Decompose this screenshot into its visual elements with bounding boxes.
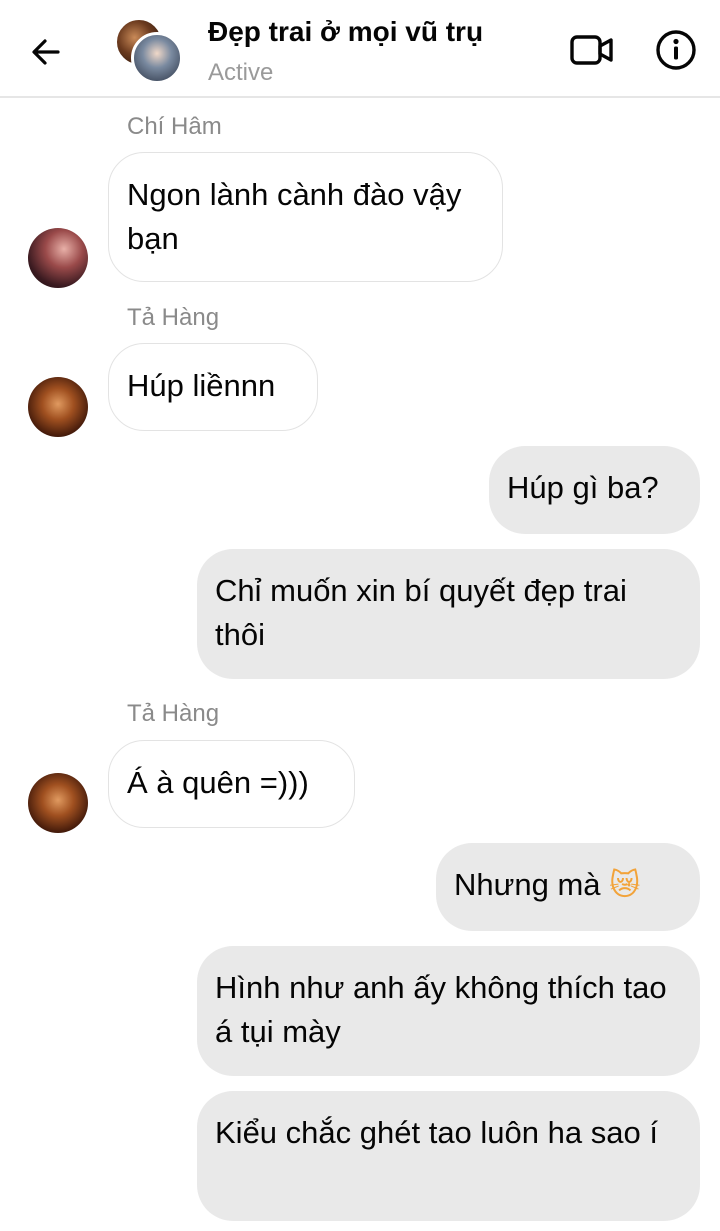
message-bubble-outgoing[interactable]: Hình như anh ấy không thích tao á tụi mà… [197,946,700,1076]
info-icon [656,30,696,70]
avatar[interactable] [28,228,88,288]
conversation-title[interactable]: Đẹp trai ở mọi vũ trụ [208,16,483,48]
message-bubble-outgoing[interactable]: Húp gì ba? [489,446,700,534]
video-call-button[interactable] [566,28,618,72]
message-bubble-outgoing[interactable]: Kiểu chắc ghét tao luôn ha sao í [197,1091,700,1221]
avatar[interactable] [28,773,88,833]
message-bubble-outgoing[interactable]: Chỉ muốn xin bí quyết đẹp trai thôi [197,549,700,679]
active-status: Active [208,59,274,86]
group-avatar[interactable] [115,18,183,84]
sender-name: Chí Hâm [127,113,222,140]
arrow-left-icon [32,39,60,65]
back-button[interactable] [22,28,70,76]
group-avatar-member-2 [131,32,183,84]
avatar[interactable] [28,377,88,437]
message-bubble-outgoing[interactable]: Nhưng mà 😿 [436,843,700,931]
message-bubble-incoming[interactable]: Ngon lành cành đào vậy bạn [108,152,503,282]
video-camera-icon [570,35,613,65]
conversation-info-button[interactable] [652,26,700,74]
crying-cat-emoji-icon: 😿 [609,868,641,903]
sender-name: Tả Hàng [127,304,220,331]
sender-name: Tả Hàng [127,700,220,727]
message-text: Nhưng mà [454,867,601,902]
message-bubble-incoming[interactable]: Húp liềnnn [108,343,318,431]
chat-header: Đẹp trai ở mọi vũ trụ Active [0,0,720,98]
message-bubble-incoming[interactable]: Á à quên =))) [108,740,355,828]
